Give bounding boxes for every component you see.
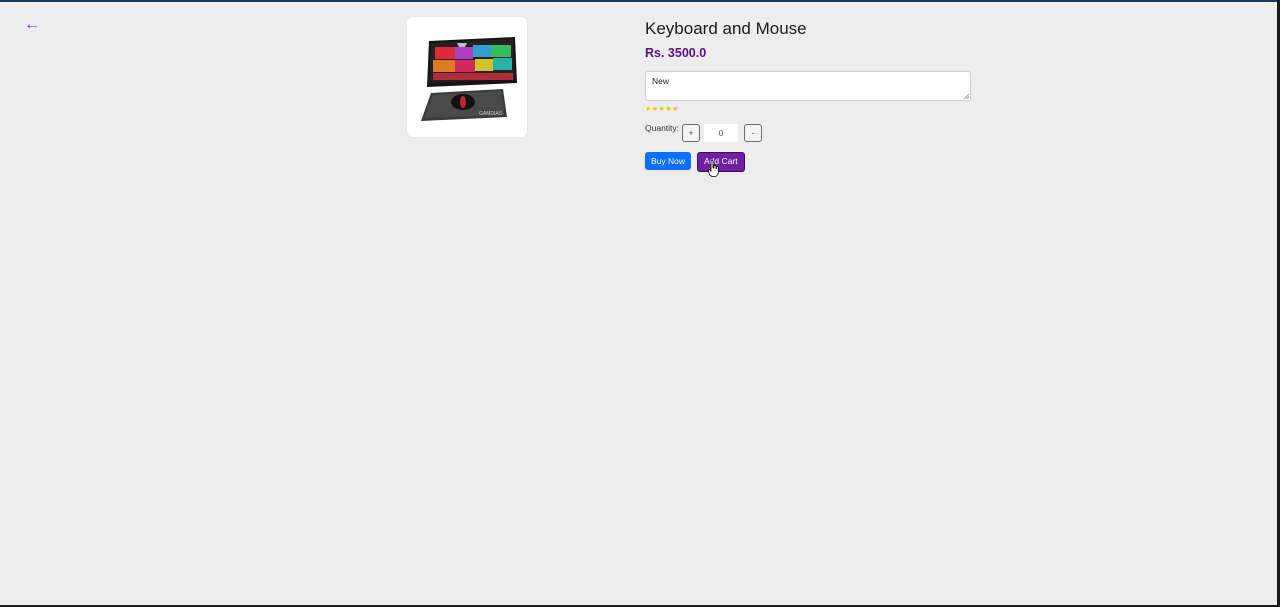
product-image-card: GAMDIAS (407, 17, 527, 137)
product-details: Keyboard and Mouse Rs. 3500.0 New ★★★★★ … (645, 18, 985, 172)
resize-handle-icon[interactable] (963, 93, 969, 99)
quantity-label: Quantity: (645, 123, 680, 133)
buy-now-button[interactable]: Buy Now (645, 152, 692, 170)
rating-stars: ★★★★★ (645, 106, 679, 113)
increment-button[interactable]: + (682, 124, 701, 142)
product-title: Keyboard and Mouse (645, 19, 807, 38)
decrement-button[interactable]: - (744, 124, 763, 142)
condition-text: New (652, 76, 670, 86)
svg-text:GAMDIAS: GAMDIAS (479, 111, 503, 117)
window-top-border (0, 0, 1280, 2)
hand-cursor-icon (708, 160, 719, 177)
product-price: Rs. 3500.0 (645, 46, 707, 60)
keyboard-graphic (427, 37, 517, 87)
back-arrow-link[interactable]: ← (24, 16, 40, 34)
mouse-graphic (451, 94, 475, 110)
product-image: GAMDIAS (421, 37, 517, 121)
quantity-input[interactable]: 0 (704, 124, 739, 142)
add-cart-button[interactable]: Add Cart (697, 152, 745, 172)
quantity-row: Quantity: + 0 - (645, 122, 985, 144)
action-buttons: Buy Now Add Cart (645, 152, 985, 172)
condition-field[interactable]: New (645, 71, 971, 101)
